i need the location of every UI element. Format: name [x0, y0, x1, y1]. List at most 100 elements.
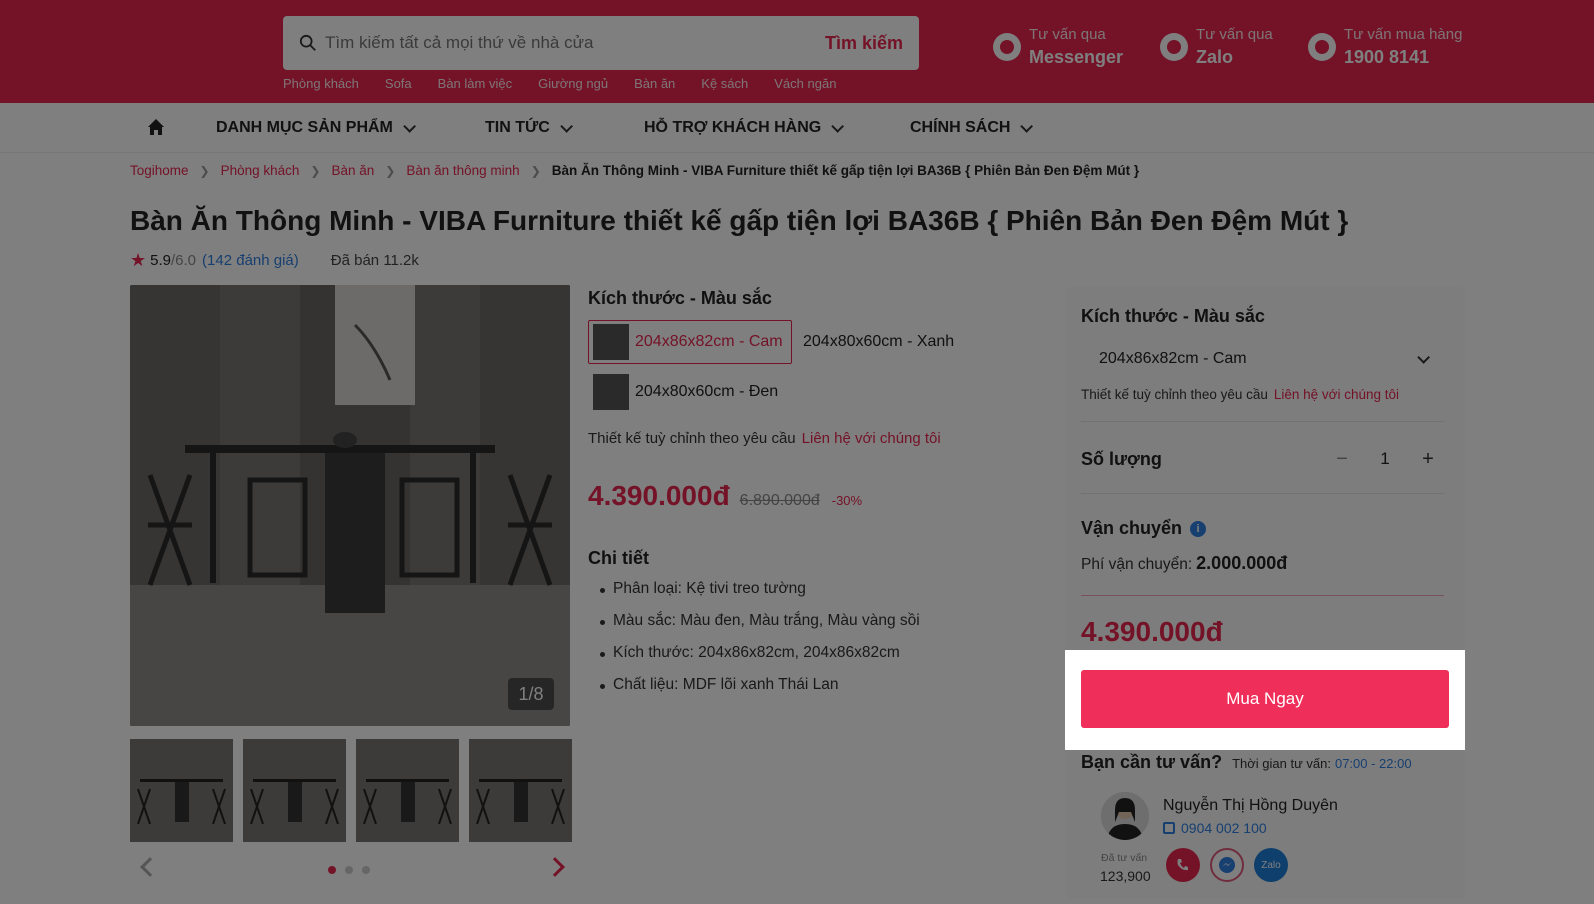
review-count-link[interactable]: (142 đánh giá) — [202, 252, 299, 269]
custom-design-note: Thiết kế tuỳ chỉnh theo yêu cầu Liên hệ v… — [588, 430, 941, 447]
product-title: Bàn Ăn Thông Minh - VIBA Furniture thiết… — [130, 205, 1349, 236]
variant-label: 204x80x60cm - Xanh — [803, 333, 955, 350]
quantity-stepper: − 1 + — [1324, 444, 1446, 474]
gallery-prev-icon[interactable] — [140, 857, 160, 877]
advice-heading: Bạn cần tư vấn? Thời gian tư vấn: 07:00 -… — [1081, 752, 1412, 773]
gallery-next-icon[interactable] — [545, 857, 565, 877]
contact-us-link[interactable]: Liên hệ với chúng tôi — [1274, 387, 1399, 402]
detail-item: Màu sắc: Màu đen, Màu trắng, Màu vàng sồ… — [600, 612, 920, 630]
nav-label: DANH MỤC SẢN PHẨM — [216, 119, 393, 136]
breadcrumb-current: Bàn Ăn Thông Minh - VIBA Furniture thiết… — [551, 163, 1140, 178]
total-price: 4.390.000đ — [1081, 616, 1223, 647]
thumbnail[interactable] — [356, 739, 459, 842]
variant-option-orange[interactable]: 204x86x82cm - Cam — [588, 320, 792, 364]
zalo-button[interactable]: Zalo — [1254, 848, 1288, 882]
gallery-dot[interactable] — [362, 866, 370, 874]
served-label: Đã tư vấn — [1101, 852, 1148, 864]
contact-us-link[interactable]: Liên hệ với chúng tôi — [802, 430, 941, 447]
contact-value: 1900 8141 — [1344, 47, 1430, 67]
chevron-down-icon — [1020, 119, 1034, 133]
gallery-dots — [328, 866, 370, 874]
call-button[interactable] — [1166, 848, 1200, 882]
buy-now-button[interactable]: Mua Ngay — [1081, 670, 1449, 728]
messenger-icon — [1219, 857, 1235, 873]
thumbnail[interactable] — [243, 739, 346, 842]
contact-hotline[interactable]: Tư vấn mua hàng 1900 8141 — [1308, 26, 1462, 68]
contact-zalo[interactable]: Tư vấn qua Zalo — [1160, 26, 1273, 68]
divider — [1081, 595, 1444, 596]
chevron-right-icon: ❯ — [385, 163, 396, 178]
advice-time: 07:00 - 22:00 — [1334, 756, 1412, 771]
nav-news[interactable]: TIN TỨC — [485, 119, 573, 137]
thumbnail[interactable] — [130, 739, 233, 842]
breadcrumb-home[interactable]: Togihome — [130, 163, 189, 178]
variant-thumbnail — [593, 374, 629, 410]
contact-value: Messenger — [1029, 47, 1124, 67]
quantity-value[interactable]: 1 — [1360, 449, 1410, 469]
variant-option-black[interactable]: 204x80x60cm - Đen — [588, 370, 787, 414]
variant-select[interactable]: 204x86x82cm - Cam — [1081, 338, 1444, 380]
quick-link-bed[interactable]: Giường ngủ — [538, 76, 608, 91]
home-icon[interactable] — [146, 117, 166, 137]
chevron-down-icon — [1417, 350, 1430, 364]
contact-label: Tư vấn qua — [1196, 26, 1273, 43]
dining-set-illustration — [130, 285, 570, 726]
shipping-fee-value: 2.000.000đ — [1196, 553, 1288, 573]
advice-time-label: Thời gian tư vấn: — [1232, 756, 1331, 771]
nav-product-categories[interactable]: DANH MỤC SẢN PHẨM — [216, 119, 416, 137]
nav-label: TIN TỨC — [485, 119, 550, 136]
breadcrumb-smart-dining-table[interactable]: Bàn ăn thông minh — [406, 163, 519, 178]
old-price: 6.890.000đ — [739, 492, 820, 509]
variant-label: 204x86x82cm - Cam — [635, 333, 783, 350]
agent-name: Nguyễn Thị Hồng Duyên — [1163, 797, 1338, 814]
info-icon[interactable]: i — [1190, 520, 1207, 537]
main-product-image[interactable] — [130, 285, 570, 726]
shipping-label-text: Vận chuyển — [1081, 518, 1183, 538]
thumbnail-strip — [130, 739, 572, 842]
quick-links: Phòng khách Sofa Bàn làm việc Giường ngủ… — [283, 76, 862, 91]
nav-label: HỖ TRỢ KHÁCH HÀNG — [644, 119, 822, 136]
breadcrumb-living-room[interactable]: Phòng khách — [221, 163, 300, 178]
discount-badge: -30% — [831, 493, 863, 508]
product-meta: ★ 5.9 /6.0 (142 đánh giá) Đã bán 11.2k — [130, 250, 419, 271]
agent-phone[interactable]: 0904 002 100 — [1163, 820, 1267, 836]
search-button[interactable]: Tìm kiếm — [825, 33, 903, 54]
detail-item: Chất liệu: MDF lõi xanh Thái Lan — [600, 676, 920, 694]
chevron-down-icon — [831, 119, 845, 133]
current-price: 4.390.000đ — [588, 480, 730, 511]
quick-link-bookshelf[interactable]: Kệ sách — [701, 76, 748, 91]
quantity-label: Số lượng — [1081, 449, 1162, 469]
served-count: 123,900 — [1100, 868, 1151, 884]
gallery-dot[interactable] — [328, 866, 336, 874]
price-block: 4.390.000đ 6.890.000đ -30% — [588, 480, 862, 512]
variant-select-value: 204x86x82cm - Cam — [1099, 350, 1247, 367]
purchase-variant-heading: Kích thước - Màu sắc — [1081, 306, 1265, 326]
variant-option-green[interactable]: 204x80x60cm - Xanh — [798, 320, 963, 364]
messenger-icon — [993, 33, 1021, 61]
nav-customer-support[interactable]: HỖ TRỢ KHÁCH HÀNG — [644, 119, 845, 137]
quick-link-sofa[interactable]: Sofa — [385, 76, 412, 91]
divider — [1081, 421, 1444, 422]
breadcrumb: Togihome ❯ Phòng khách ❯ Bàn ăn ❯ Bàn ăn th… — [130, 163, 1139, 178]
quick-link-dining-table[interactable]: Bàn ăn — [634, 76, 675, 91]
image-counter: 1/8 — [508, 678, 554, 710]
variant-thumbnail — [593, 324, 629, 360]
quick-link-partition[interactable]: Vách ngăn — [774, 76, 836, 91]
divider — [1081, 493, 1444, 494]
purchase-custom-note: Thiết kế tuỳ chỉnh theo yêu cầu Liên hệ v… — [1081, 387, 1399, 402]
search-input[interactable] — [325, 33, 825, 53]
quantity-decrease-button[interactable]: − — [1324, 444, 1360, 474]
quantity-increase-button[interactable]: + — [1410, 444, 1446, 474]
detail-list: Phân loại: Kệ tivi treo tường Màu sắc: M… — [600, 580, 920, 708]
breadcrumb-dining-table[interactable]: Bàn ăn — [331, 163, 374, 178]
shipping-fee: Phí vận chuyển: 2.000.000đ — [1081, 553, 1287, 574]
nav-label: CHÍNH SÁCH — [910, 119, 1011, 136]
thumbnail[interactable] — [469, 739, 572, 842]
quick-link-desk[interactable]: Bàn làm việc — [438, 76, 512, 91]
messenger-button[interactable] — [1210, 848, 1244, 882]
nav-policy[interactable]: CHÍNH SÁCH — [910, 119, 1034, 137]
search-bar[interactable]: Tìm kiếm — [283, 16, 919, 70]
quick-link-living-room[interactable]: Phòng khách — [283, 76, 359, 91]
gallery-dot[interactable] — [345, 866, 353, 874]
contact-messenger[interactable]: Tư vấn qua Messenger — [993, 26, 1123, 68]
